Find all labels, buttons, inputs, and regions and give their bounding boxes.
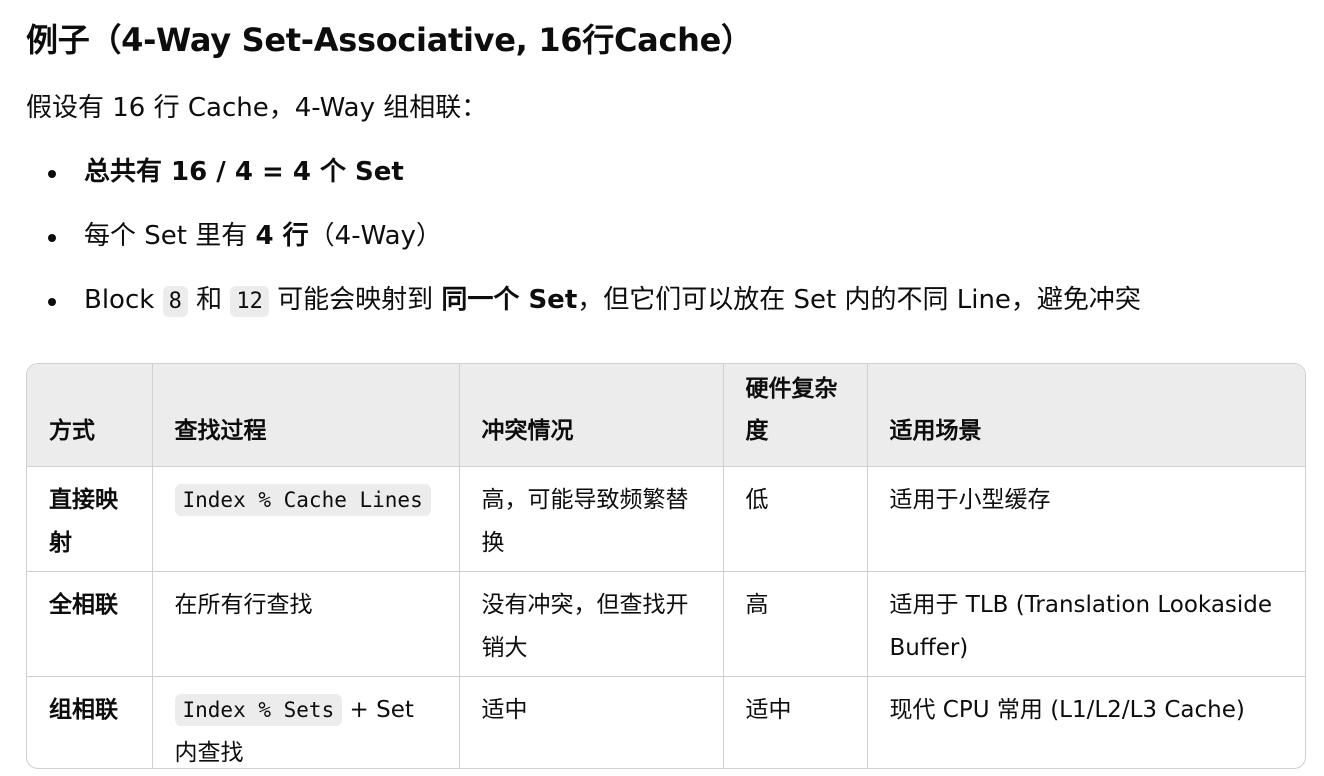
bullet-text-bold: 总共有 16 / 4 = 4 个 Set [84,157,404,187]
bullet-text: （4-Way） [308,221,442,251]
bullet-list: 总共有 16 / 4 = 4 个 Set 每个 Set 里有 4 行（4-Way… [26,152,1141,344]
column-header: 方式 [27,364,152,467]
complexity-cell: 高 [722,571,867,677]
complexity-cell: 适中 [722,676,867,768]
table-row: 全相联 在所有行查找 没有冲突，但查找开销大 高 适用于 TLB (Transl… [27,571,1305,677]
bullet-text: 可能会映射到 [268,285,442,315]
bullet-text-bold: 4 行 [255,221,309,251]
lookup-cell: Index % Sets + Set 内查找 [151,676,459,768]
usage-cell: 适用于 TLB (Translation Lookaside Buffer) [866,571,1305,677]
usage-cell: 现代 CPU 常用 (L1/L2/L3 Cache) [866,676,1305,768]
usage-cell: 适用于小型缓存 [866,466,1305,572]
table-row: 直接映射 Index % Cache Lines 高，可能导致频繁替换 低 适用… [27,466,1305,572]
bullet-text: ，但它们可以放在 Set 内的不同 Line，避免冲突 [577,285,1141,315]
method-cell: 全相联 [27,571,152,677]
lookup-cell: 在所有行查找 [151,571,459,677]
list-item: 每个 Set 里有 4 行（4-Way） [26,216,1141,280]
bullet-text-bold: 同一个 Set [441,285,578,315]
complexity-cell: 低 [722,466,867,572]
inline-code: 8 [162,286,188,317]
list-item: 总共有 16 / 4 = 4 个 Set [26,152,1141,216]
lookup-text: 在所有行查找 [174,591,313,618]
list-item: Block 8 和 12 可能会映射到 同一个 Set，但它们可以放在 Set … [26,280,1141,344]
column-header: 硬件复杂度 [722,364,867,467]
conflict-cell: 没有冲突，但查找开销大 [458,571,723,677]
conflict-cell: 适中 [458,676,723,768]
comparison-table-container: 方式 查找过程 冲突情况 硬件复杂度 适用场景 直接映射 Index % Cac… [26,363,1306,769]
lookup-cell: Index % Cache Lines [151,466,459,572]
comparison-table: 方式 查找过程 冲突情况 硬件复杂度 适用场景 直接映射 Index % Cac… [27,364,1305,768]
inline-code: Index % Sets [174,693,343,726]
column-header: 适用场景 [866,364,1305,467]
method-cell: 直接映射 [27,466,152,572]
section-heading: 例子（4-Way Set-Associative, 16行Cache） [26,21,753,59]
column-header: 查找过程 [151,364,459,467]
table-row: 组相联 Index % Sets + Set 内查找 适中 适中 现代 CPU … [27,676,1305,768]
inline-code: Index % Cache Lines [174,483,431,516]
method-cell: 组相联 [49,696,118,723]
table-header-row: 方式 查找过程 冲突情况 硬件复杂度 适用场景 [27,364,1305,467]
bullet-text: 每个 Set 里有 [84,221,256,251]
inline-code: 12 [230,286,269,317]
column-header: 冲突情况 [458,364,723,467]
intro-paragraph: 假设有 16 行 Cache，4-Way 组相联： [26,93,488,123]
bullet-text: Block [84,285,163,315]
bullet-text: 和 [187,285,231,315]
conflict-cell: 高，可能导致频繁替换 [458,466,723,572]
